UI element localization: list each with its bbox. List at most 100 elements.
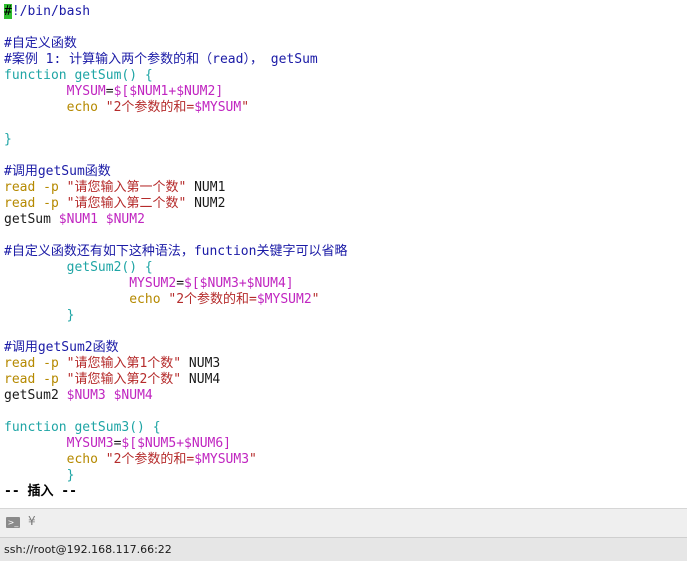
- code-token: #自定义函数还有如下这种语法，function关键字可以省略: [4, 244, 348, 259]
- code-token: $[$NUM3+$NUM4]: [184, 276, 294, 291]
- terminal-editor[interactable]: #!/bin/bash #自定义函数 #案例 1: 计算输入两个参数的和（read）…: [0, 0, 687, 508]
- code-token: -p: [43, 196, 59, 211]
- code-line: }: [4, 468, 75, 484]
- code-token: read: [4, 356, 36, 371]
- code-line: #案例 1: 计算输入两个参数的和（read）， getSum: [4, 52, 318, 68]
- code-token: $NUM1 $NUM2: [58, 212, 145, 227]
- code-token: getSum2: [4, 388, 67, 403]
- code-line: #!/bin/bash: [4, 4, 90, 20]
- code-line: echo "2个参数的和=$MYSUM3": [4, 452, 257, 468]
- code-token: read: [4, 180, 36, 195]
- code-token: NUM1: [186, 180, 226, 195]
- code-line: getSum2 $NUM3 $NUM4: [4, 388, 153, 404]
- code-token: ": [249, 452, 257, 467]
- code-token: $NUM3 $NUM4: [66, 388, 153, 403]
- code-line: MYSUM2=$[$NUM3+$NUM4]: [4, 276, 294, 292]
- code-token: "2个参数的和=: [105, 100, 195, 115]
- code-token: #自定义函数: [4, 36, 77, 51]
- code-token: "请您输入第二个数": [66, 196, 187, 211]
- code-token: "2个参数的和=: [105, 452, 195, 467]
- code-token: ": [241, 100, 250, 115]
- code-line: echo "2个参数的和=$MYSUM": [4, 100, 249, 116]
- code-token: =: [105, 84, 114, 99]
- code-line: }: [4, 132, 12, 148]
- connection-bar: ssh://root@192.168.117.66:22: [0, 537, 687, 561]
- code-line: getSum2() {: [4, 260, 153, 276]
- terminal-icon[interactable]: >_: [6, 517, 20, 528]
- code-token: getSum: [4, 212, 59, 227]
- code-line: #调用getSum2函数: [4, 340, 119, 356]
- code-line: read -p "请您输入第1个数" NUM3: [4, 356, 220, 372]
- code-token: -p: [43, 372, 59, 387]
- code-token: "请您输入第2个数": [66, 372, 182, 387]
- code-line: #自定义函数: [4, 36, 77, 52]
- code-line: #调用getSum函数: [4, 164, 111, 180]
- input-method-icon[interactable]: ¥: [28, 514, 36, 528]
- code-token: echo: [129, 292, 161, 307]
- code-token: "请您输入第1个数": [66, 356, 182, 371]
- code-line: MYSUM3=$[$NUM5+$NUM6]: [4, 436, 231, 452]
- code-token: MYSUM: [66, 84, 106, 99]
- code-token: echo: [66, 100, 98, 115]
- code-line: }: [4, 308, 75, 324]
- code-line: MYSUM=$[$NUM1+$NUM2]: [4, 84, 224, 100]
- code-token: NUM2: [186, 196, 226, 211]
- code-token: $[$NUM5+$NUM6]: [121, 436, 231, 451]
- code-token: NUM4: [181, 372, 221, 387]
- code-token: -- 插入 --: [4, 484, 77, 499]
- code-line: function getSum() {: [4, 68, 153, 84]
- code-token: $[$NUM1+$NUM2]: [113, 84, 224, 99]
- code-token: NUM3: [181, 356, 221, 371]
- code-token: }: [66, 308, 75, 323]
- code-token: function getSum() {: [4, 68, 153, 83]
- code-token: MYSUM2: [129, 276, 177, 291]
- terminal-status-bar: >_ ¥: [0, 508, 687, 537]
- code-line: read -p "请您输入第二个数" NUM2: [4, 196, 225, 212]
- code-token: $MYSUM: [194, 100, 242, 115]
- connection-address: ssh://root@192.168.117.66:22: [4, 543, 172, 556]
- code-token: MYSUM3: [66, 436, 114, 451]
- code-token: read: [4, 196, 36, 211]
- code-line: getSum $NUM1 $NUM2: [4, 212, 145, 228]
- code-token: $MYSUM2: [256, 292, 312, 307]
- code-token: "2个参数的和=: [168, 292, 257, 307]
- code-line: function getSum3() {: [4, 420, 161, 436]
- code-token: echo: [66, 452, 98, 467]
- code-line: echo "2个参数的和=$MYSUM2": [4, 292, 319, 308]
- code-token: "请您输入第一个数": [66, 180, 187, 195]
- code-token: !/bin/bash: [11, 4, 91, 19]
- code-token: }: [66, 468, 75, 483]
- code-token: }: [4, 132, 12, 147]
- code-token: #案例 1: 计算输入两个参数的和（read）， getSum: [4, 52, 318, 67]
- code-token: getSum2() {: [66, 260, 153, 275]
- code-token: -p: [43, 180, 59, 195]
- code-token: function getSum3() {: [4, 420, 161, 435]
- code-line: #自定义函数还有如下这种语法，function关键字可以省略: [4, 244, 347, 260]
- code-token: ": [311, 292, 320, 307]
- code-token: $MYSUM3: [194, 452, 250, 467]
- code-token: #调用getSum函数: [4, 164, 111, 179]
- code-line: read -p "请您输入第2个数" NUM4: [4, 372, 220, 388]
- code-line: read -p "请您输入第一个数" NUM1: [4, 180, 225, 196]
- code-token: =: [176, 276, 185, 291]
- code-token: -p: [43, 356, 59, 371]
- code-token: #调用getSum2函数: [4, 340, 119, 355]
